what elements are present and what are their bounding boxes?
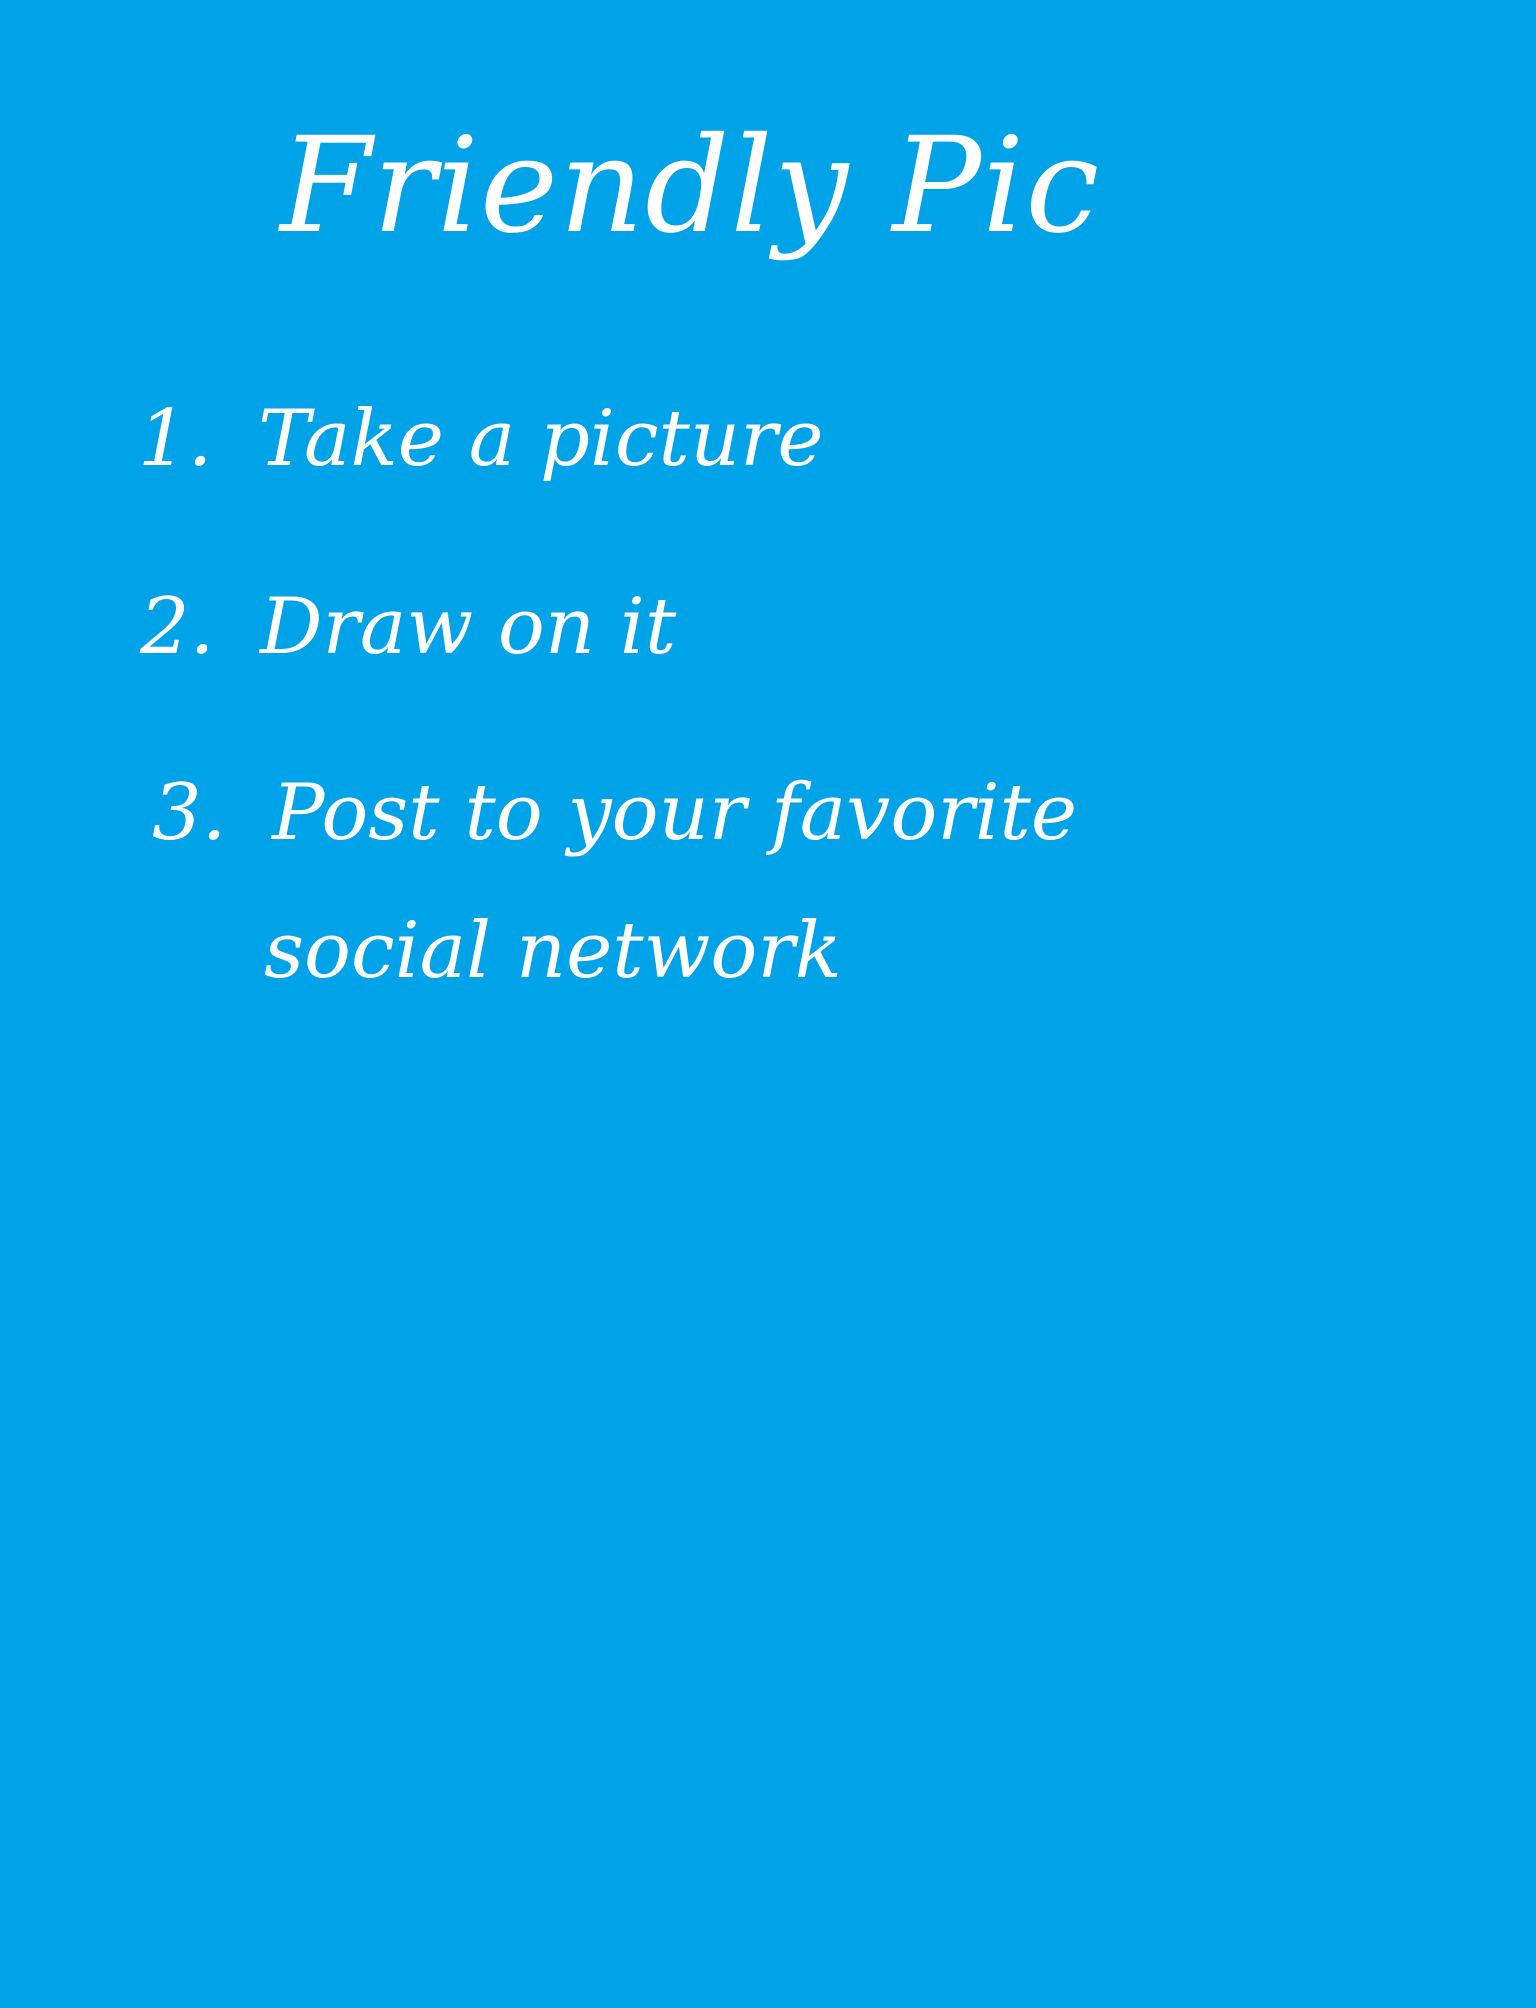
step-1-text: Take a picture bbox=[258, 394, 824, 484]
step-1: 1. Take a picture bbox=[138, 400, 824, 478]
app-title: Friendly Pic bbox=[280, 109, 1101, 263]
step-1-number: 1. bbox=[138, 394, 213, 484]
step-2-text: Draw on it bbox=[260, 582, 677, 672]
step-3-number: 3. bbox=[152, 768, 227, 858]
step-3-continuation: social network bbox=[264, 906, 842, 996]
step-3-text: Post to your favorite bbox=[272, 768, 1078, 858]
welcome-screen: Friendly Pic 1. Take a picture 2. Draw on … bbox=[0, 0, 1536, 2008]
step-2: 2. Draw on it bbox=[140, 588, 676, 666]
step-3: 3. Post to your favorite bbox=[152, 774, 1077, 852]
step-2-number: 2. bbox=[140, 582, 215, 672]
